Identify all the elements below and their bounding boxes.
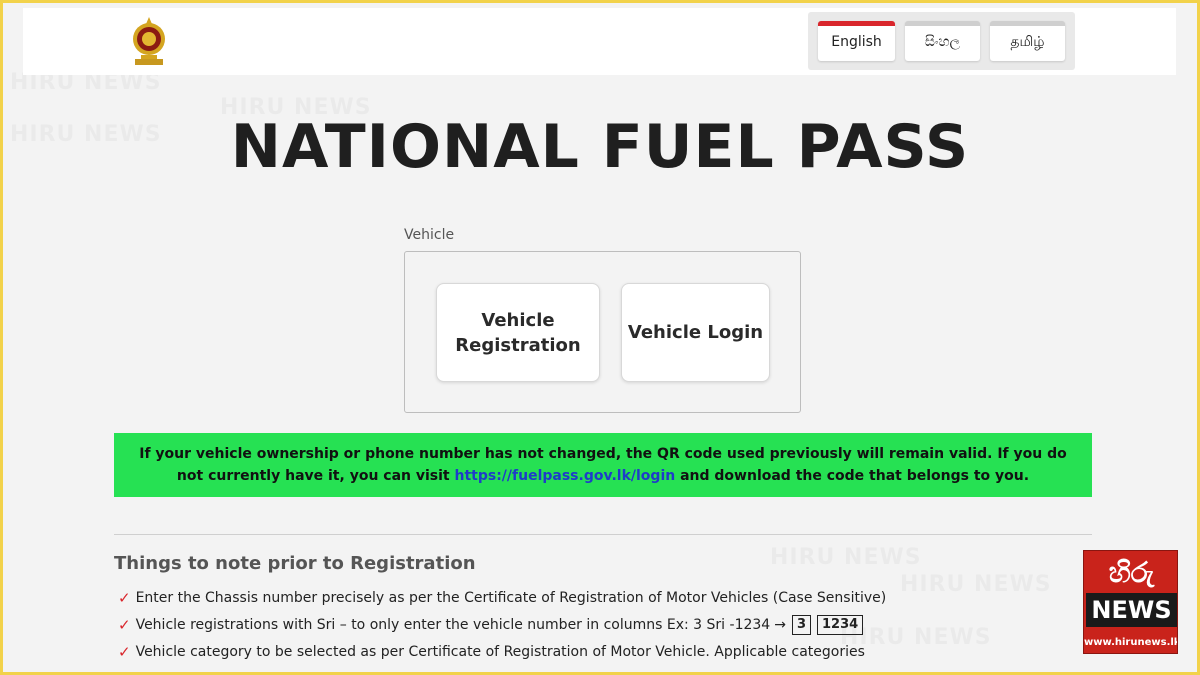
check-icon: ✓: [118, 643, 131, 661]
check-icon: ✓: [118, 589, 131, 607]
hiru-logo-url: www.hirunews.lk: [1084, 637, 1178, 648]
language-sinhala-button[interactable]: සිංහල: [905, 21, 980, 61]
note-text: Vehicle registrations with Sri – to only…: [135, 617, 771, 633]
vehicle-login-button[interactable]: Vehicle Login: [621, 283, 770, 382]
language-tamil-button[interactable]: தமிழ்: [990, 21, 1065, 61]
notes-title: Things to note prior to Registration: [114, 553, 476, 574]
language-selector: English සිංහල தமிழ்: [808, 12, 1075, 70]
example-box-plate: 1234: [816, 615, 864, 635]
section-divider: [114, 534, 1092, 535]
arrow-right-icon: →: [774, 617, 786, 633]
note-item: ✓ Vehicle category to be selected as per…: [118, 643, 865, 661]
vehicle-section-label: Vehicle: [404, 227, 455, 243]
note-item: ✓ Vehicle registrations with Sri – to on…: [118, 615, 864, 635]
site-header: English සිංහල தமிழ்: [23, 8, 1176, 75]
hiru-logo-news: NEWS: [1086, 593, 1177, 627]
note-text: Enter the Chassis number precisely as pe…: [135, 590, 887, 606]
hiru-news-logo: හිරු NEWS www.hirunews.lk: [1083, 550, 1178, 654]
note-text: Vehicle category to be selected as per C…: [135, 644, 865, 660]
page-title: NATIONAL FUEL PASS: [230, 112, 970, 182]
vehicle-registration-button[interactable]: Vehicle Registration: [436, 283, 600, 382]
vehicle-options-panel: Vehicle Registration Vehicle Login: [404, 251, 801, 413]
hiru-logo-top: හිරු: [1108, 556, 1155, 589]
fuelpass-login-link[interactable]: https://fuelpass.gov.lk/login: [455, 468, 676, 484]
bg-watermark: HIRU NEWS: [770, 545, 922, 570]
example-box-number: 3: [791, 615, 811, 635]
qr-notice-banner: If your vehicle ownership or phone numbe…: [114, 433, 1092, 497]
check-icon: ✓: [118, 616, 131, 634]
sri-lanka-emblem-icon: [133, 17, 165, 65]
notice-text-after: and download the code that belongs to yo…: [675, 468, 1030, 484]
language-english-button[interactable]: English: [818, 21, 895, 61]
note-item: ✓ Enter the Chassis number precisely as …: [118, 589, 886, 607]
bg-watermark: HIRU NEWS: [900, 572, 1052, 597]
